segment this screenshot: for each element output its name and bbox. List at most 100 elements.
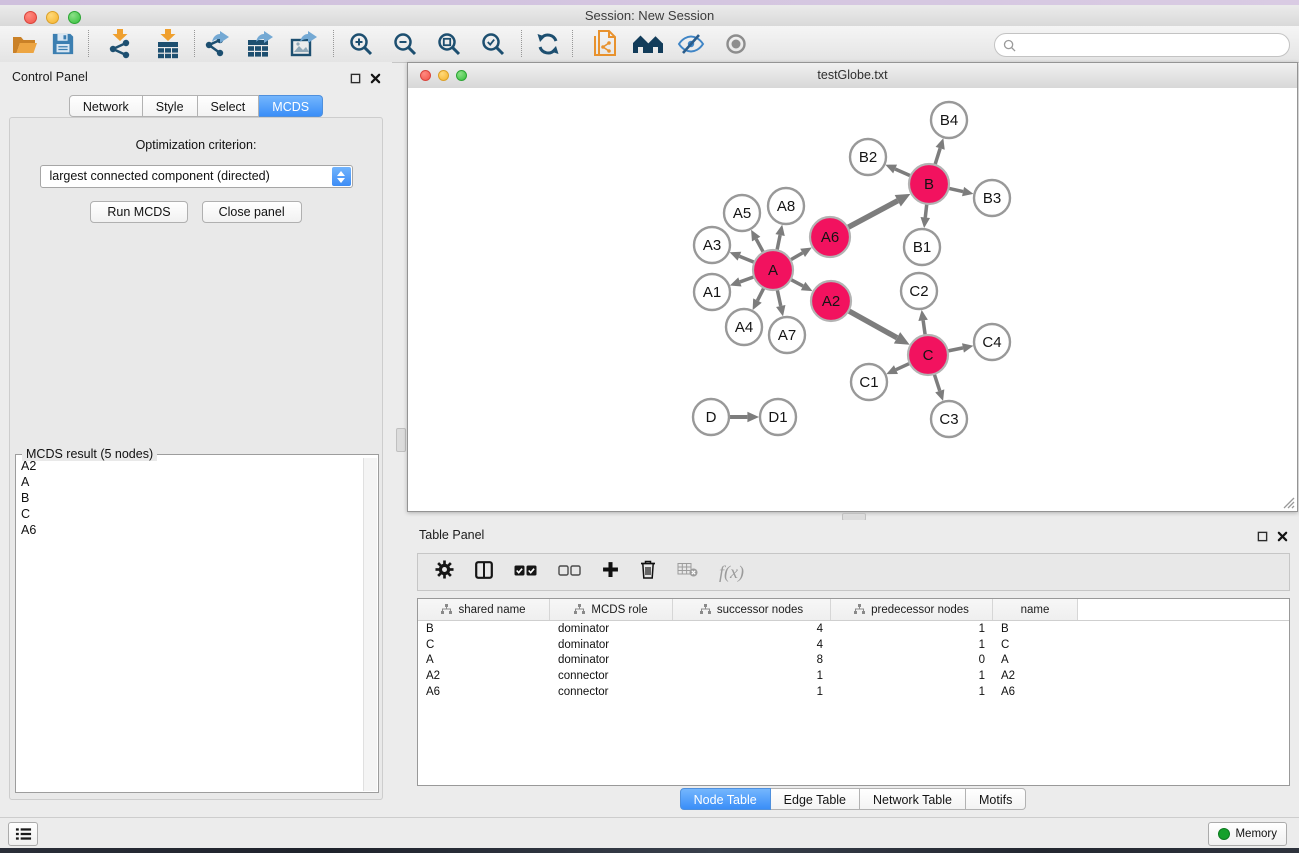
graph-edge-A-A2[interactable] <box>791 279 813 291</box>
graph-edge-A-A5[interactable] <box>751 230 763 253</box>
import-table-button[interactable] <box>150 29 186 59</box>
optimization-criterion-dropdown[interactable]: largest connected component (directed) <box>40 165 353 188</box>
graph-node-B[interactable]: B <box>909 164 949 204</box>
graph-node-A4[interactable]: A4 <box>726 309 762 345</box>
table-cell[interactable]: 1 <box>831 686 993 698</box>
graph-edge-A-A3[interactable] <box>730 252 755 263</box>
graph-node-C4[interactable]: C4 <box>974 324 1010 360</box>
table-cell[interactable]: 4 <box>673 639 831 651</box>
tab-style[interactable]: Style <box>143 95 198 117</box>
graph-node-B2[interactable]: B2 <box>850 139 886 175</box>
float-table-panel-button[interactable] <box>1255 529 1269 543</box>
refresh-button[interactable] <box>530 29 566 59</box>
export-table-button[interactable] <box>243 29 279 59</box>
tab-edge-table[interactable]: Edge Table <box>771 788 860 810</box>
tab-network-table[interactable]: Network Table <box>860 788 966 810</box>
graph-node-A8[interactable]: A8 <box>768 188 804 224</box>
column-header-MCDS-role[interactable]: MCDS role <box>550 599 673 620</box>
double-home-button[interactable] <box>630 29 666 59</box>
table-settings-button[interactable] <box>435 560 454 584</box>
search-field[interactable] <box>994 33 1290 57</box>
graph-edge-B-B4[interactable] <box>935 138 945 165</box>
table-cell[interactable]: 1 <box>673 670 831 682</box>
graph-edge-A6-B[interactable] <box>848 194 911 228</box>
graph-node-A2[interactable]: A2 <box>811 281 851 321</box>
table-cell[interactable]: dominator <box>550 623 673 635</box>
tab-select[interactable]: Select <box>198 95 260 117</box>
export-image-button[interactable] <box>287 29 323 59</box>
zoom-fit-button[interactable] <box>431 29 467 59</box>
memory-button[interactable]: Memory <box>1208 822 1287 846</box>
close-panel-button[interactable] <box>368 71 382 85</box>
table-cell[interactable]: C <box>418 639 550 651</box>
graph-edge-A-A8[interactable] <box>775 225 784 251</box>
search-input[interactable] <box>1020 35 1289 55</box>
table-cell[interactable]: C <box>993 639 1078 651</box>
zoom-selected-button[interactable] <box>475 29 511 59</box>
show-details-button[interactable] <box>718 29 754 59</box>
graph-edge-C-C3[interactable] <box>934 374 944 401</box>
graph-edge-A-A1[interactable] <box>730 277 754 287</box>
mcds-result-item[interactable]: C <box>17 506 364 522</box>
mcds-result-item[interactable]: A6 <box>17 522 364 538</box>
table-cell[interactable]: 1 <box>831 639 993 651</box>
graph-node-D[interactable]: D <box>693 399 729 435</box>
float-panel-button[interactable] <box>348 71 362 85</box>
table-cell[interactable]: A <box>993 654 1078 666</box>
graph-node-A[interactable]: A <box>753 250 793 290</box>
graph-edge-A-A4[interactable] <box>753 288 764 310</box>
network-graph[interactable]: B4B2BB3A5A8A6B1A3AA1C2A2A4A7C4CC1C3DD1 <box>408 88 1297 511</box>
graph-node-D1[interactable]: D1 <box>760 399 796 435</box>
graph-node-B4[interactable]: B4 <box>931 102 967 138</box>
graph-edge-A2-C[interactable] <box>848 311 909 345</box>
graph-edge-C-C4[interactable] <box>948 343 974 352</box>
table-cell[interactable]: A2 <box>993 670 1078 682</box>
resize-grip-icon[interactable] <box>1282 496 1295 509</box>
table-cell[interactable]: connector <box>550 670 673 682</box>
graph-edge-A-A7[interactable] <box>776 290 785 317</box>
table-cell[interactable]: 1 <box>831 623 993 635</box>
status-list-button[interactable] <box>8 822 38 846</box>
graph-node-A7[interactable]: A7 <box>769 317 805 353</box>
vertical-splitter-handle[interactable] <box>396 428 406 452</box>
table-cell[interactable]: 1 <box>673 686 831 698</box>
table-cell[interactable]: A6 <box>993 686 1078 698</box>
graph-node-C[interactable]: C <box>908 335 948 375</box>
column-header-successor-nodes[interactable]: successor nodes <box>673 599 831 620</box>
graph-node-A6[interactable]: A6 <box>810 217 850 257</box>
table-cell[interactable]: 4 <box>673 623 831 635</box>
table-cell[interactable]: 1 <box>831 670 993 682</box>
mcds-result-item[interactable]: A2 <box>17 458 364 474</box>
table-cell[interactable]: 8 <box>673 654 831 666</box>
delete-column-button[interactable] <box>640 560 656 584</box>
close-panel-button-secondary[interactable]: Close panel <box>202 201 302 223</box>
export-network-button[interactable] <box>200 29 236 59</box>
graph-node-A3[interactable]: A3 <box>694 227 730 263</box>
table-cell[interactable]: B <box>993 623 1078 635</box>
new-session-from-network-button[interactable] <box>587 29 623 59</box>
table-cell[interactable]: connector <box>550 686 673 698</box>
deselect-all-checkboxes-button[interactable] <box>558 563 581 581</box>
graph-node-B3[interactable]: B3 <box>974 180 1010 216</box>
table-cell[interactable]: A2 <box>418 670 550 682</box>
save-session-button[interactable] <box>45 29 81 59</box>
column-header-predecessor-nodes[interactable]: predecessor nodes <box>831 599 993 620</box>
graph-edge-B-B1[interactable] <box>921 204 931 228</box>
graph-edge-B-B3[interactable] <box>949 187 974 196</box>
table-cell[interactable]: A6 <box>418 686 550 698</box>
tab-mcds[interactable]: MCDS <box>259 95 323 117</box>
delete-table-button[interactable] <box>677 562 698 582</box>
tab-network[interactable]: Network <box>69 95 143 117</box>
mcds-result-item[interactable]: A <box>17 474 364 490</box>
graph-node-B1[interactable]: B1 <box>904 229 940 265</box>
hide-details-button[interactable] <box>673 29 709 59</box>
zoom-in-button[interactable] <box>343 29 379 59</box>
mcds-result-scrollbar[interactable] <box>363 458 377 791</box>
tab-motifs[interactable]: Motifs <box>966 788 1026 810</box>
import-network-button[interactable] <box>102 29 138 59</box>
table-cell[interactable]: dominator <box>550 639 673 651</box>
function-builder-button[interactable]: f(x) <box>719 562 744 583</box>
column-header-shared-name[interactable]: shared name <box>418 599 550 620</box>
mcds-result-item[interactable]: B <box>17 490 364 506</box>
close-table-panel-button[interactable] <box>1275 529 1289 543</box>
